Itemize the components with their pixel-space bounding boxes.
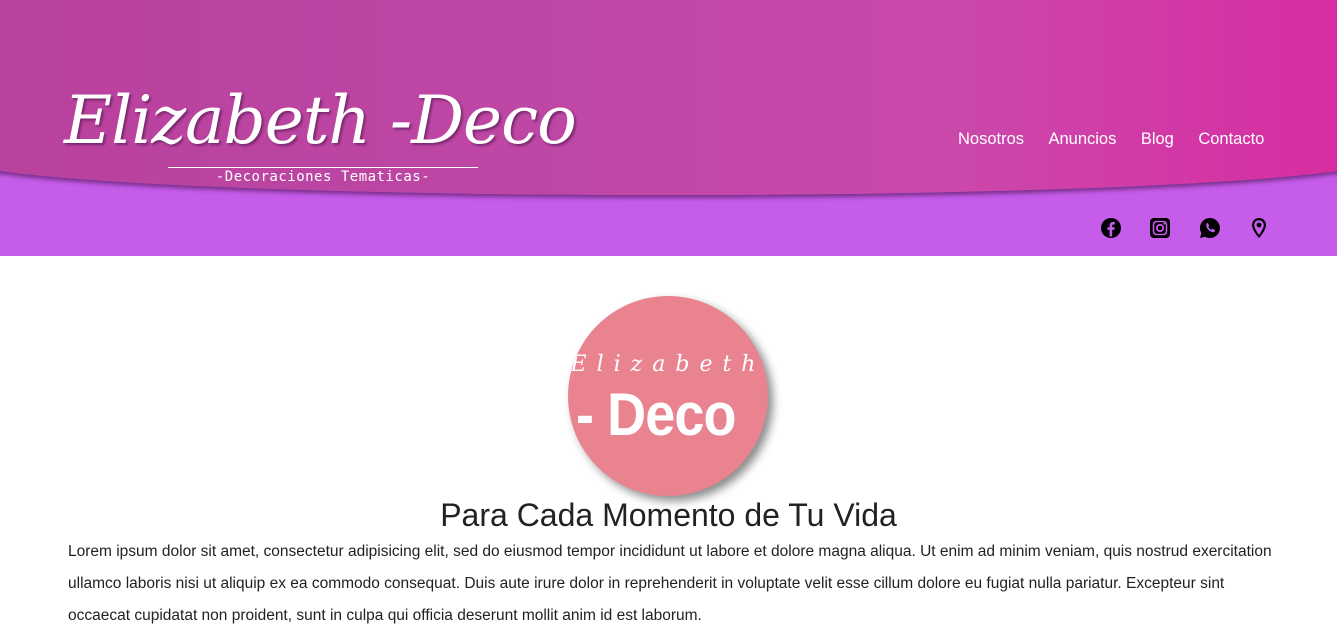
social-links <box>1099 216 1271 240</box>
brand-logo-circle: Elizabeth - Deco <box>568 296 768 496</box>
nav-link-anuncios[interactable]: Anuncios <box>1048 130 1116 149</box>
main-nav: Nosotros Anuncios Blog Contacto <box>958 130 1264 149</box>
instagram-icon[interactable] <box>1148 216 1172 240</box>
logo-underline <box>168 167 478 168</box>
nav-link-contacto[interactable]: Contacto <box>1198 130 1264 149</box>
facebook-icon[interactable] <box>1099 216 1123 240</box>
site-logo-text[interactable]: Elizabeth -Deco <box>64 88 577 154</box>
logo-script-text: Elizabeth <box>570 352 766 377</box>
logo-bold-text: - Deco <box>576 381 737 448</box>
nav-link-blog[interactable]: Blog <box>1141 130 1174 149</box>
page-headline: Para Cada Momento de Tu Vida <box>440 497 897 533</box>
whatsapp-icon[interactable] <box>1198 216 1222 240</box>
site-tagline: -Decoraciones Tematicas- <box>215 169 431 185</box>
nav-link-nosotros[interactable]: Nosotros <box>958 130 1024 149</box>
intro-paragraph: Lorem ipsum dolor sit amet, consectetur … <box>68 543 1272 624</box>
location-pin-icon[interactable] <box>1247 216 1271 240</box>
